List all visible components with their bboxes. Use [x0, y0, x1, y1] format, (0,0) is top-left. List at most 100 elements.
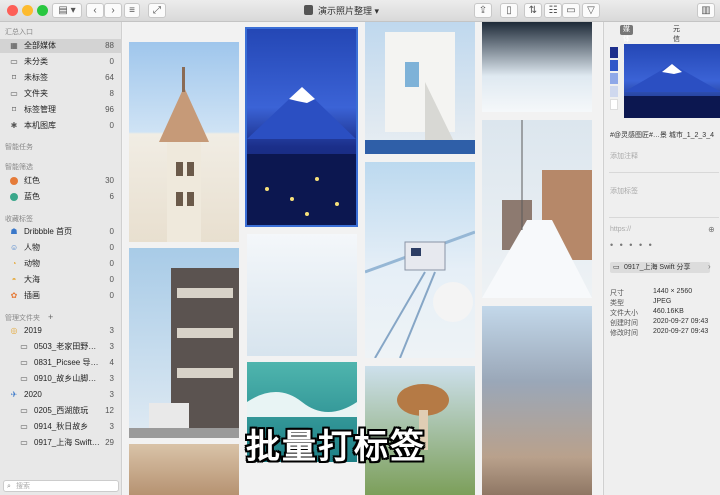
- preview-mount-fuji: [624, 64, 720, 118]
- sidebar-item-label: 未分类: [24, 57, 48, 66]
- sidebar-item-animals[interactable]: ◔ 动物 0: [0, 257, 122, 271]
- trash-button[interactable]: ▯: [500, 3, 518, 18]
- search-placeholder: 搜索: [16, 483, 30, 490]
- share-button[interactable]: ⇪: [474, 3, 492, 18]
- photo-thumbnail[interactable]: [482, 306, 592, 495]
- animal-icon: ◔: [11, 259, 17, 268]
- minimize-window-button[interactable]: [22, 5, 33, 16]
- sidebar-item-count: 0: [109, 259, 114, 268]
- sidebar-item-tag-manager[interactable]: ⌑ 标签管理 96: [0, 103, 122, 117]
- folder-icon: ▭: [20, 374, 28, 383]
- plane-icon: ✈: [10, 390, 18, 399]
- note-field[interactable]: 添加注释: [610, 151, 638, 161]
- link-field[interactable]: https://: [610, 226, 631, 233]
- photo-thumbnail[interactable]: [365, 22, 475, 154]
- close-window-button[interactable]: [7, 5, 18, 16]
- sidebar-item-count: 0: [109, 121, 114, 130]
- sidebar-item-count: 0: [109, 243, 114, 252]
- sidebar-item-count: 6: [109, 192, 114, 201]
- palette-swatch[interactable]: [610, 73, 618, 84]
- forward-button[interactable]: ›: [104, 3, 122, 18]
- photo-thumbnail[interactable]: [129, 248, 239, 438]
- folder-item[interactable]: ▭ 0910_故乡山脚… 3: [0, 372, 122, 386]
- photo-thumbnail-selected[interactable]: [245, 27, 358, 227]
- sidebar-item-filter-red[interactable]: 红色 30: [0, 174, 122, 188]
- grid-view-button[interactable]: ☷: [544, 3, 562, 18]
- folder-item[interactable]: ▭ 0917_上海 Swift… 29: [0, 436, 122, 450]
- folder-2019[interactable]: ◎ 2019 3: [0, 324, 122, 338]
- sidebar-item-folders[interactable]: ▭ 文件夹 8: [0, 87, 122, 101]
- chevron-right-icon[interactable]: ›: [708, 262, 711, 271]
- photo-thumbnail[interactable]: [365, 162, 475, 358]
- folder-icon: ▭: [10, 57, 18, 66]
- folder-count: 29: [105, 438, 114, 447]
- list-button[interactable]: ≡: [124, 3, 140, 18]
- library-title[interactable]: 演示照片整理 ▾: [318, 4, 379, 17]
- filter-button[interactable]: ▽: [582, 3, 600, 18]
- sidebar-item-filter-blue[interactable]: 蓝色 6: [0, 190, 122, 204]
- sort-button[interactable]: ⇅: [524, 3, 542, 18]
- tag-icon: ⌑: [11, 105, 17, 114]
- sidebar-item-all-media[interactable]: ▦ 全部媒体 88: [0, 39, 122, 53]
- sidebar-item-untagged[interactable]: ⌑ 未标签 64: [0, 71, 122, 85]
- library-title-text: 演示照片整理: [318, 6, 373, 16]
- folder-count: 12: [105, 406, 114, 415]
- photo-thumbnail[interactable]: [482, 120, 592, 298]
- fullscreen-button[interactable]: ⤢: [148, 3, 166, 18]
- rating-stars[interactable]: • • • • •: [610, 240, 654, 250]
- fullscreen-icon: ⤢: [153, 5, 161, 16]
- zoom-window-button[interactable]: [37, 5, 48, 16]
- library-icon: [304, 5, 313, 15]
- meta-label: 修改时间: [610, 330, 638, 337]
- tags-line[interactable]: #@灵感图匠#…景 城市_1_2_3_4: [610, 130, 714, 140]
- sidebar-item-dribbble[interactable]: ☗ Dribbble 首页 0: [0, 225, 122, 239]
- sidebar-item-label: 插画: [24, 291, 40, 300]
- meta-value: 460.16KB: [653, 308, 684, 315]
- sidebar-item-label: 人物: [24, 243, 40, 252]
- section-smart-filters: 智能筛选: [5, 164, 33, 171]
- tab-media-info[interactable]: 媒体信息: [620, 25, 633, 63]
- sidebar-item-label: 蓝色: [24, 192, 40, 201]
- folder-label: 0205_西湖旅玩: [34, 406, 89, 415]
- palette-swatch[interactable]: [610, 47, 618, 58]
- sidebar-item-count: 64: [105, 73, 114, 82]
- sidebar-item-people[interactable]: ☺ 人物 0: [0, 241, 122, 255]
- blue-color-dot-icon: [10, 193, 18, 201]
- palette-swatch[interactable]: [610, 99, 618, 110]
- photo-thumbnail[interactable]: [129, 42, 239, 242]
- tag-field[interactable]: 添加标签: [610, 186, 638, 196]
- folder-item[interactable]: ▭ 0914_秋日故乡 3: [0, 420, 122, 434]
- folder-chip[interactable]: ▭ 0917_上海 Swift 分享: [610, 262, 710, 273]
- snowy-street-image: [482, 120, 592, 298]
- palette-swatch[interactable]: [610, 60, 618, 71]
- sidebar-item-count: 0: [109, 57, 114, 66]
- info-panel-button[interactable]: ▥: [697, 3, 715, 18]
- folder-2020[interactable]: ✈ 2020 3: [0, 388, 122, 402]
- photo-thumbnail[interactable]: [482, 22, 592, 112]
- mount-fuji-image: [247, 87, 356, 225]
- photo-thumbnail[interactable]: [247, 234, 357, 356]
- search-input[interactable]: ⌕ 搜索: [3, 480, 119, 492]
- folder-chip-label: 0917_上海 Swift 分享: [624, 264, 691, 271]
- folder-item[interactable]: ▭ 0831_Picsee 导… 4: [0, 356, 122, 370]
- add-folder-button[interactable]: +: [48, 312, 53, 322]
- back-button[interactable]: ‹: [86, 3, 104, 18]
- sidebar-toggle-button[interactable]: ▤ ▾: [52, 3, 82, 18]
- open-link-icon[interactable]: ⊕: [708, 225, 715, 234]
- sidebar-item-label: 大海: [24, 275, 40, 284]
- folder-item[interactable]: ▭ 0503_老家田野… 3: [0, 340, 122, 354]
- sidebar-item-illustration[interactable]: ✿ 插画 0: [0, 289, 122, 303]
- church-tower-image: [159, 67, 209, 242]
- inspector-panel: 媒体信息 元信息 ▾ #@灵感图匠#…景 城市_1_2_3_4 添加注释 添加标…: [603, 22, 720, 495]
- palette-swatch[interactable]: [610, 86, 618, 97]
- sidebar-item-sea[interactable]: ◓ 大海 0: [0, 273, 122, 287]
- photo-thumbnail[interactable]: [129, 444, 239, 495]
- sidebar-item-count: 0: [109, 275, 114, 284]
- panel-button[interactable]: ▭: [562, 3, 580, 18]
- sidebar-item-label: 本机图库: [24, 121, 56, 130]
- folder-icon: ▭: [20, 342, 28, 351]
- tab-metadata[interactable]: 元信息 ▾: [670, 25, 683, 63]
- folder-item[interactable]: ▭ 0205_西湖旅玩 12: [0, 404, 122, 418]
- sidebar-item-local-library[interactable]: ✱ 本机图库 0: [0, 119, 122, 133]
- sidebar-item-uncategorized[interactable]: ▭ 未分类 0: [0, 55, 122, 69]
